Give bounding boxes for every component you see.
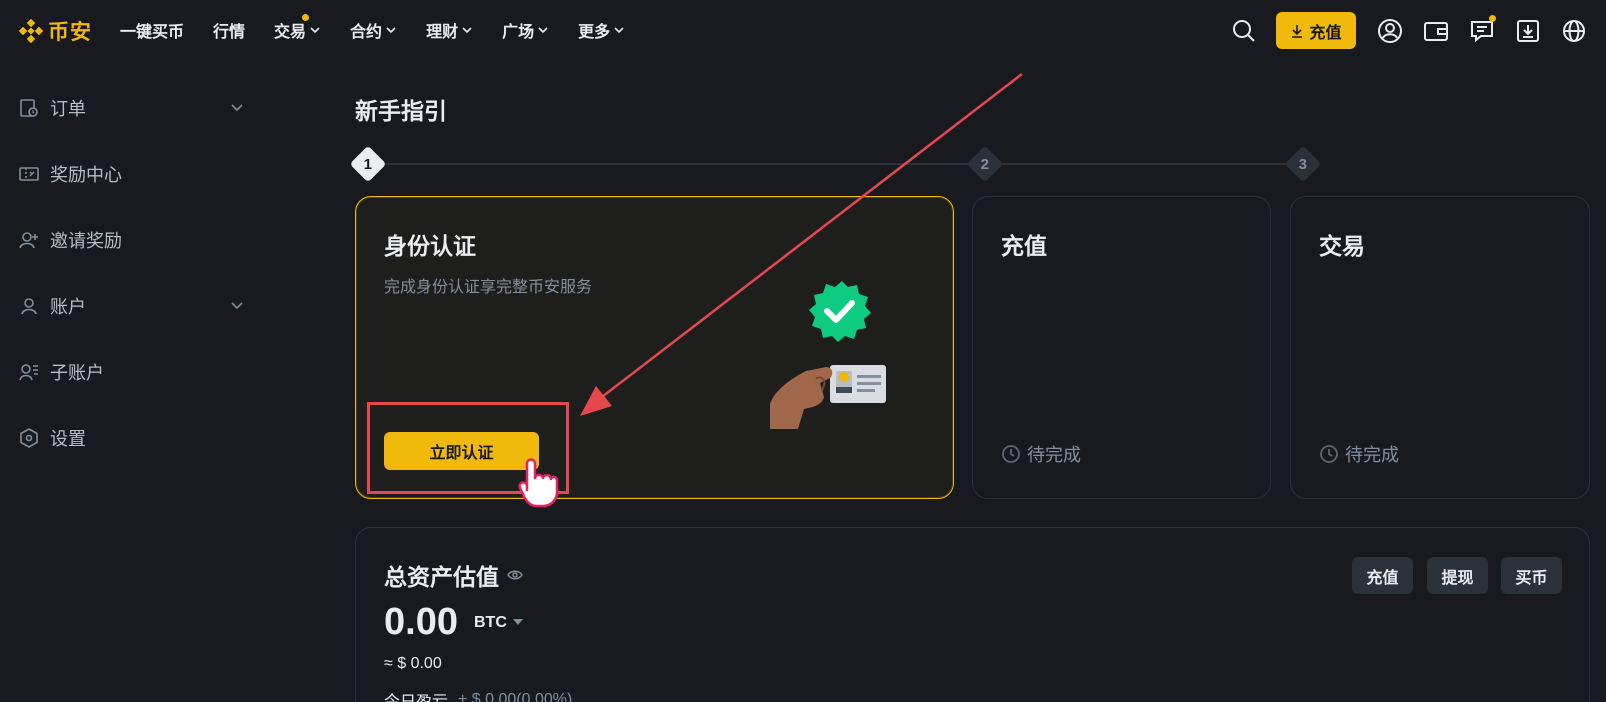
buy-crypto-button[interactable]: 买币 bbox=[1501, 557, 1562, 594]
clock-icon bbox=[1320, 445, 1338, 463]
deposit-label: 充值 bbox=[1309, 24, 1342, 42]
chevron-down-icon bbox=[231, 104, 243, 112]
nav-item-futures[interactable]: 合约 bbox=[350, 18, 397, 42]
nav-item-buy-crypto[interactable]: 一键买币 bbox=[120, 18, 184, 42]
search-icon[interactable] bbox=[1230, 17, 1258, 45]
nav-item-markets[interactable]: 行情 bbox=[213, 18, 245, 42]
nav-label: 交易 bbox=[274, 24, 307, 41]
main-nav: 一键买币 行情 交易 合约 理财 广场 更多 bbox=[120, 14, 654, 42]
step-number: 3 bbox=[1298, 155, 1308, 173]
page-title: 新手指引 bbox=[355, 98, 447, 124]
today-pnl-row: 今日盈亏 + $ 0.00(0.00%) bbox=[384, 688, 572, 702]
sidebar-item-referral[interactable]: 邀请奖励 bbox=[18, 220, 250, 260]
notification-dot bbox=[1489, 15, 1496, 22]
pending-status: 待完成 bbox=[1001, 441, 1081, 467]
sidebar-item-label: 账户 bbox=[50, 297, 86, 317]
id-card-verified-illustration bbox=[770, 281, 886, 429]
assets-title: 总资产估值 bbox=[384, 564, 499, 590]
globe-icon[interactable] bbox=[1560, 17, 1588, 45]
step-number: 2 bbox=[980, 155, 990, 173]
deposit-step-card: 充值 待完成 bbox=[972, 196, 1271, 499]
nav-label: 合约 bbox=[350, 24, 383, 41]
sidebar-item-settings[interactable]: 设置 bbox=[18, 418, 250, 458]
chevron-down-icon bbox=[538, 27, 548, 34]
invite-icon bbox=[18, 229, 40, 251]
chevron-down-icon bbox=[462, 27, 472, 34]
nav-label: 行情 bbox=[213, 24, 246, 41]
chevron-down-icon bbox=[386, 27, 396, 34]
pending-label: 待完成 bbox=[1345, 445, 1399, 465]
app-download-icon[interactable] bbox=[1514, 17, 1542, 45]
chevron-down-icon bbox=[231, 302, 243, 310]
deposit-button[interactable]: 充值 bbox=[1276, 12, 1356, 49]
step-badge-1: 1 bbox=[349, 145, 387, 183]
nav-label: 一键买币 bbox=[120, 24, 185, 41]
card-subtitle: 完成身份认证享完整币安服务 bbox=[384, 279, 593, 296]
trade-step-card: 交易 待完成 bbox=[1290, 196, 1590, 499]
wallet-icon[interactable] bbox=[1422, 17, 1450, 45]
card-title: 身份认证 bbox=[384, 233, 476, 259]
message-icon[interactable] bbox=[1468, 15, 1496, 45]
sidebar-item-rewards[interactable]: 奖励中心 bbox=[18, 154, 250, 194]
sidebar-item-label: 邀请奖励 bbox=[50, 231, 122, 251]
nav-item-more[interactable]: 更多 bbox=[578, 18, 625, 42]
sidebar-item-label: 订单 bbox=[50, 99, 86, 119]
currency-label: BTC bbox=[474, 614, 507, 631]
pending-status: 待完成 bbox=[1319, 441, 1399, 467]
sidebar-item-label: 设置 bbox=[50, 429, 86, 449]
pnl-value: + $ 0.00(0.00%) bbox=[458, 691, 573, 702]
eye-icon[interactable] bbox=[507, 569, 523, 581]
sidebar-item-label: 子账户 bbox=[50, 363, 104, 383]
reward-icon bbox=[18, 163, 40, 185]
currency-selector[interactable]: BTC bbox=[474, 614, 523, 632]
nav-item-trade[interactable]: 交易 bbox=[274, 14, 321, 42]
step-number: 1 bbox=[363, 155, 373, 173]
user-icon[interactable] bbox=[1376, 17, 1404, 45]
usd-equivalent: ≈ $ 0.00 bbox=[384, 655, 442, 672]
notification-dot bbox=[302, 14, 310, 21]
card-title: 交易 bbox=[1319, 233, 1365, 259]
asset-deposit-button[interactable]: 充值 bbox=[1352, 557, 1413, 594]
nav-label: 广场 bbox=[502, 24, 535, 41]
pnl-label: 今日盈亏 bbox=[384, 688, 448, 702]
top-navbar: 币安 一键买币 行情 交易 合约 理财 广场 更多 充值 bbox=[0, 0, 1606, 62]
total-balance: 0.00 bbox=[384, 601, 458, 643]
nav-item-earn[interactable]: 理财 bbox=[426, 18, 473, 42]
step-badge-2: 2 bbox=[966, 145, 1004, 183]
nav-label: 理财 bbox=[426, 24, 459, 41]
annotation-highlight-box bbox=[367, 402, 569, 494]
step-badge-3: 3 bbox=[1284, 145, 1322, 183]
total-assets-card: 总资产估值 0.00 BTC ≈ $ 0.00 今日盈亏 + $ 0.00(0.… bbox=[355, 527, 1590, 702]
download-icon bbox=[1292, 24, 1303, 38]
nav-label: 更多 bbox=[578, 24, 611, 41]
step-connector bbox=[998, 163, 1290, 165]
clock-icon bbox=[1002, 445, 1020, 463]
sidebar-item-orders[interactable]: 订单 bbox=[18, 88, 250, 128]
card-title: 充值 bbox=[1001, 233, 1047, 259]
sidebar-item-account[interactable]: 账户 bbox=[18, 286, 250, 326]
nav-item-square[interactable]: 广场 bbox=[502, 18, 549, 42]
assets-title-row: 总资产估值 bbox=[384, 558, 523, 592]
binance-logo-icon bbox=[18, 18, 44, 44]
caret-down-icon bbox=[512, 619, 523, 625]
brand-name: 币安 bbox=[48, 21, 92, 44]
account-icon bbox=[18, 295, 40, 317]
withdraw-button[interactable]: 提现 bbox=[1427, 557, 1488, 594]
settings-icon bbox=[18, 427, 40, 449]
sidebar-item-label: 奖励中心 bbox=[50, 165, 122, 185]
order-icon bbox=[18, 97, 40, 119]
sidebar-item-sub-account[interactable]: 子账户 bbox=[18, 352, 250, 392]
sub-account-icon bbox=[18, 361, 40, 383]
chevron-down-icon bbox=[310, 27, 320, 34]
chevron-down-icon bbox=[614, 27, 624, 34]
step-connector bbox=[381, 163, 972, 165]
pending-label: 待完成 bbox=[1027, 445, 1081, 465]
brand-logo[interactable]: 币安 bbox=[18, 16, 92, 46]
